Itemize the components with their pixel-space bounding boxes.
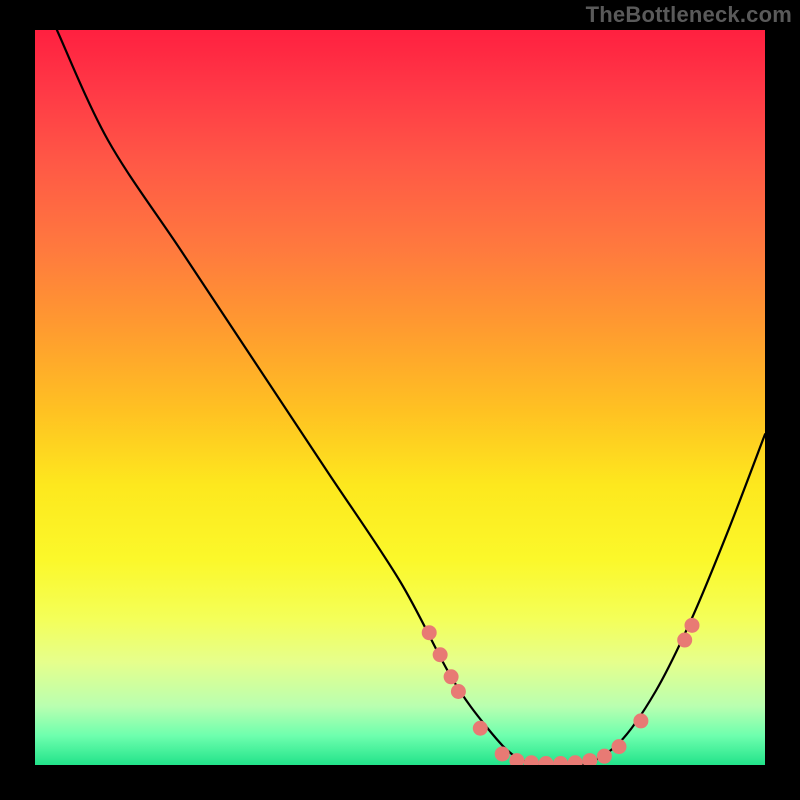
marker-dot <box>495 747 509 761</box>
marker-dot <box>597 749 611 763</box>
marker-dot <box>685 618 699 632</box>
marker-dot <box>473 721 487 735</box>
marker-dot <box>612 740 626 754</box>
marker-dot <box>444 670 458 684</box>
marker-dot <box>568 756 582 765</box>
marker-dot <box>524 756 538 765</box>
marker-dot <box>510 754 524 765</box>
marker-dot <box>433 648 447 662</box>
marker-dot <box>539 757 553 765</box>
marker-dot <box>451 685 465 699</box>
marker-dot <box>583 754 597 765</box>
marker-dot <box>678 633 692 647</box>
marker-dot <box>554 757 568 765</box>
chart-container: TheBottleneck.com <box>0 0 800 800</box>
plot-area <box>35 30 765 765</box>
bottleneck-curve <box>35 30 765 765</box>
watermark-text: TheBottleneck.com <box>586 2 792 28</box>
marker-dot <box>422 626 436 640</box>
marker-dot <box>634 714 648 728</box>
